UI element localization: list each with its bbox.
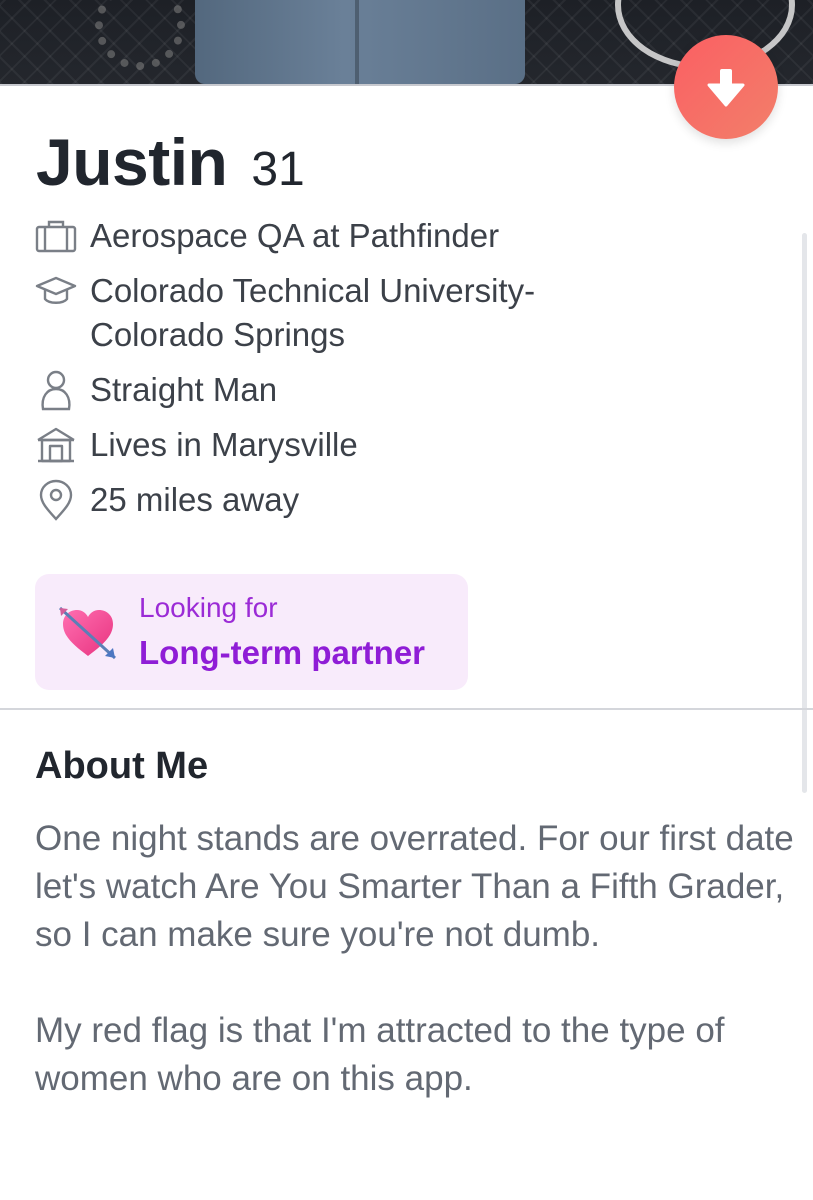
detail-residence-text: Lives in Marysville <box>90 426 358 463</box>
briefcase-icon <box>34 214 78 258</box>
section-divider <box>0 708 813 710</box>
collapse-profile-button[interactable] <box>674 35 778 139</box>
detail-orientation: Straight Man <box>34 368 754 412</box>
photo-subject <box>195 0 525 84</box>
looking-for-label: Looking for <box>139 592 278 623</box>
location-pin-icon <box>34 478 78 522</box>
graduation-cap-icon <box>34 269 78 313</box>
detail-job-text: Aerospace QA at Pathfinder <box>90 217 500 254</box>
house-icon <box>34 423 78 467</box>
looking-for-value: Long-term partner <box>139 634 426 671</box>
about-paragraph: My red flag is that I'm attracted to the… <box>35 1011 725 1098</box>
detail-orientation-text: Straight Man <box>90 371 278 408</box>
detail-school-text: Colorado Technical University- Colorado … <box>90 272 536 353</box>
about-body: One night stands are overrated. For our … <box>35 815 795 1103</box>
looking-for-card[interactable]: Looking for Long-term partner <box>35 574 468 690</box>
person-icon <box>34 368 78 412</box>
heart-with-arrow-icon <box>58 606 117 660</box>
profile-name: Justin <box>36 125 228 199</box>
detail-school: Colorado Technical University- Colorado … <box>34 269 754 357</box>
arrow-down-icon <box>707 69 745 107</box>
detail-residence: Lives in Marysville <box>34 423 754 467</box>
about-paragraph: One night stands are overrated. For our … <box>35 819 794 954</box>
profile-age: 31 <box>251 143 305 196</box>
about-heading: About Me <box>35 745 209 787</box>
detail-job: Aerospace QA at Pathfinder <box>34 214 754 258</box>
profile-details: Aerospace QA at Pathfinder Colorado Tech… <box>34 214 754 533</box>
detail-distance-text: 25 miles away <box>90 481 300 518</box>
detail-distance: 25 miles away <box>34 478 754 522</box>
name-row: Justin 31 <box>36 124 305 200</box>
